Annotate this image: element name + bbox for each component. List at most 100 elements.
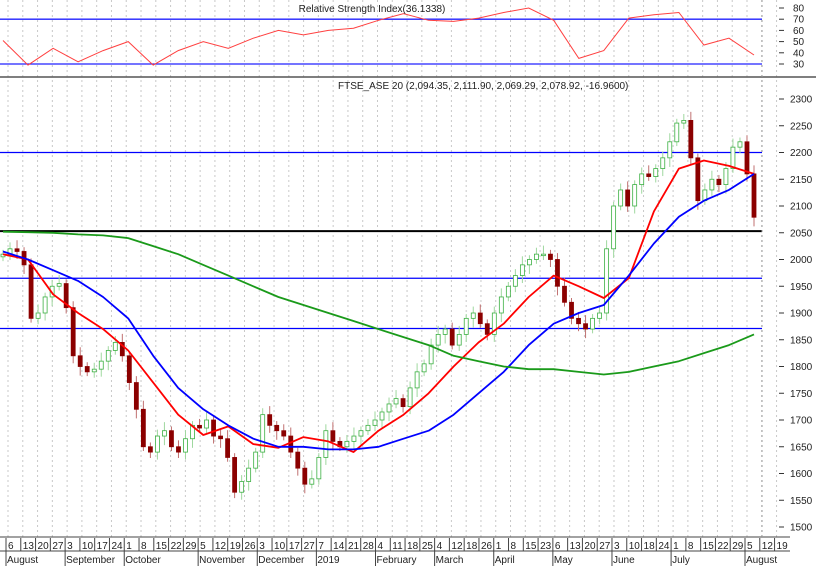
x-tick-label: 21 — [348, 541, 360, 552]
x-tick-label: 27 — [304, 541, 316, 552]
candle-down — [583, 323, 588, 330]
x-tick-label: 3 — [259, 541, 265, 552]
x-tick-label: 8 — [141, 541, 147, 552]
candle-down — [555, 259, 560, 287]
x-tick-label: 12 — [762, 541, 774, 552]
x-tick-label: 6 — [555, 541, 561, 552]
candle-up — [611, 205, 617, 250]
candle-up — [239, 481, 245, 493]
candle-up — [730, 146, 736, 169]
month-label: March — [436, 555, 464, 566]
price-title: FTSE_ASE 20 (2,094.35, 2,111.90, 2,069.2… — [338, 81, 628, 92]
rsi-tick-label: 50 — [793, 37, 805, 48]
candle-down — [84, 366, 90, 373]
x-tick-label: 26 — [481, 541, 493, 552]
candle-down — [274, 424, 280, 432]
price-tick-label: 2300 — [790, 95, 813, 106]
x-tick-label: 12 — [451, 541, 463, 552]
x-tick-label: 10 — [629, 541, 641, 552]
price-tick-label: 2250 — [790, 121, 813, 132]
candle-up — [351, 435, 357, 442]
candle-down — [302, 467, 308, 485]
candle-down — [140, 408, 146, 448]
candle-up — [358, 430, 364, 437]
x-tick-label: 5 — [200, 541, 206, 552]
candle-down — [28, 264, 34, 319]
candle-down — [716, 178, 722, 185]
candle-up — [421, 363, 427, 373]
x-tick-label: 3 — [614, 541, 620, 552]
price-tick-label: 1700 — [790, 416, 813, 427]
candle-up — [246, 467, 252, 482]
candle-down — [70, 307, 76, 357]
candle-up — [386, 403, 392, 413]
x-tick-label: 6 — [8, 541, 14, 552]
x-tick-label: 15 — [703, 541, 715, 552]
candle-up — [204, 419, 209, 429]
candle-up — [737, 141, 743, 148]
candle-up — [597, 312, 602, 319]
price-tick-label: 1900 — [790, 309, 813, 320]
candle-down — [169, 430, 174, 448]
candle-down — [548, 253, 553, 260]
month-label: October — [125, 555, 161, 566]
x-tick-label: 1 — [673, 541, 679, 552]
candle-down — [126, 355, 132, 383]
candle-up — [428, 344, 434, 365]
moving-average-line — [2, 159, 755, 454]
x-tick-label: 10 — [82, 541, 94, 552]
candle-up — [344, 440, 350, 448]
x-axis: 6 13 20 27 3 10 17 24 1 8 15 22 29 5 12 19 26 3 10 17 27 7 14 2… — [0, 536, 790, 566]
candle-down — [625, 189, 631, 207]
candle-down — [281, 430, 287, 437]
price-tick-label: 1650 — [790, 442, 813, 453]
x-tick-label: 17 — [97, 541, 109, 552]
x-tick-label: 26 — [244, 541, 256, 552]
candle-down — [218, 435, 223, 440]
candle-down — [14, 248, 20, 252]
month-label: July — [672, 555, 690, 566]
candle-down — [197, 424, 202, 429]
candle-down — [147, 446, 153, 453]
candle-down — [751, 173, 757, 218]
month-label: June — [613, 555, 635, 566]
x-tick-label: 3 — [67, 541, 73, 552]
stock-chart: 304050607080 1500 1550 1600 1650 1700 1750 180… — [0, 0, 816, 566]
x-tick-label: 15 — [156, 541, 168, 552]
candle-up — [534, 253, 539, 260]
candle-up — [162, 430, 167, 437]
x-tick-label: 28 — [363, 541, 375, 552]
x-tick-label: 17 — [289, 541, 301, 552]
candle-down — [295, 451, 301, 469]
candle-down — [744, 141, 750, 175]
candle-down — [176, 446, 181, 453]
month-label: November — [199, 555, 246, 566]
month-label: May — [554, 555, 573, 566]
x-tick-label: 18 — [466, 541, 478, 552]
x-tick-label: 22 — [717, 541, 729, 552]
candle-up — [442, 328, 448, 335]
candle-up — [653, 168, 659, 177]
month-label: September — [66, 555, 116, 566]
candle-up — [512, 275, 518, 287]
candle-down — [484, 323, 490, 335]
price-tick-label: 2000 — [790, 255, 813, 266]
x-tick-label: 20 — [584, 541, 596, 552]
price-panel: 1500 1550 1600 1650 1700 1750 1800 1850 1900 1950… — [0, 95, 813, 534]
price-tick-label: 1550 — [790, 496, 813, 507]
price-tick-label: 1850 — [790, 335, 813, 346]
candle-up — [470, 312, 476, 319]
candle-up — [407, 387, 413, 408]
price-tick-label: 1500 — [790, 523, 813, 534]
x-tick-label: 8 — [688, 541, 694, 552]
candle-up — [112, 342, 118, 351]
candle-up — [723, 168, 729, 186]
candle-up — [681, 120, 687, 124]
x-tick-label: 25 — [422, 541, 434, 552]
candle-up — [414, 371, 420, 389]
candle-up — [372, 419, 378, 426]
price-tick-label: 1950 — [790, 282, 813, 293]
rsi-tick-label: 40 — [793, 48, 805, 59]
month-label: December — [258, 555, 305, 566]
candle-up — [639, 173, 645, 185]
